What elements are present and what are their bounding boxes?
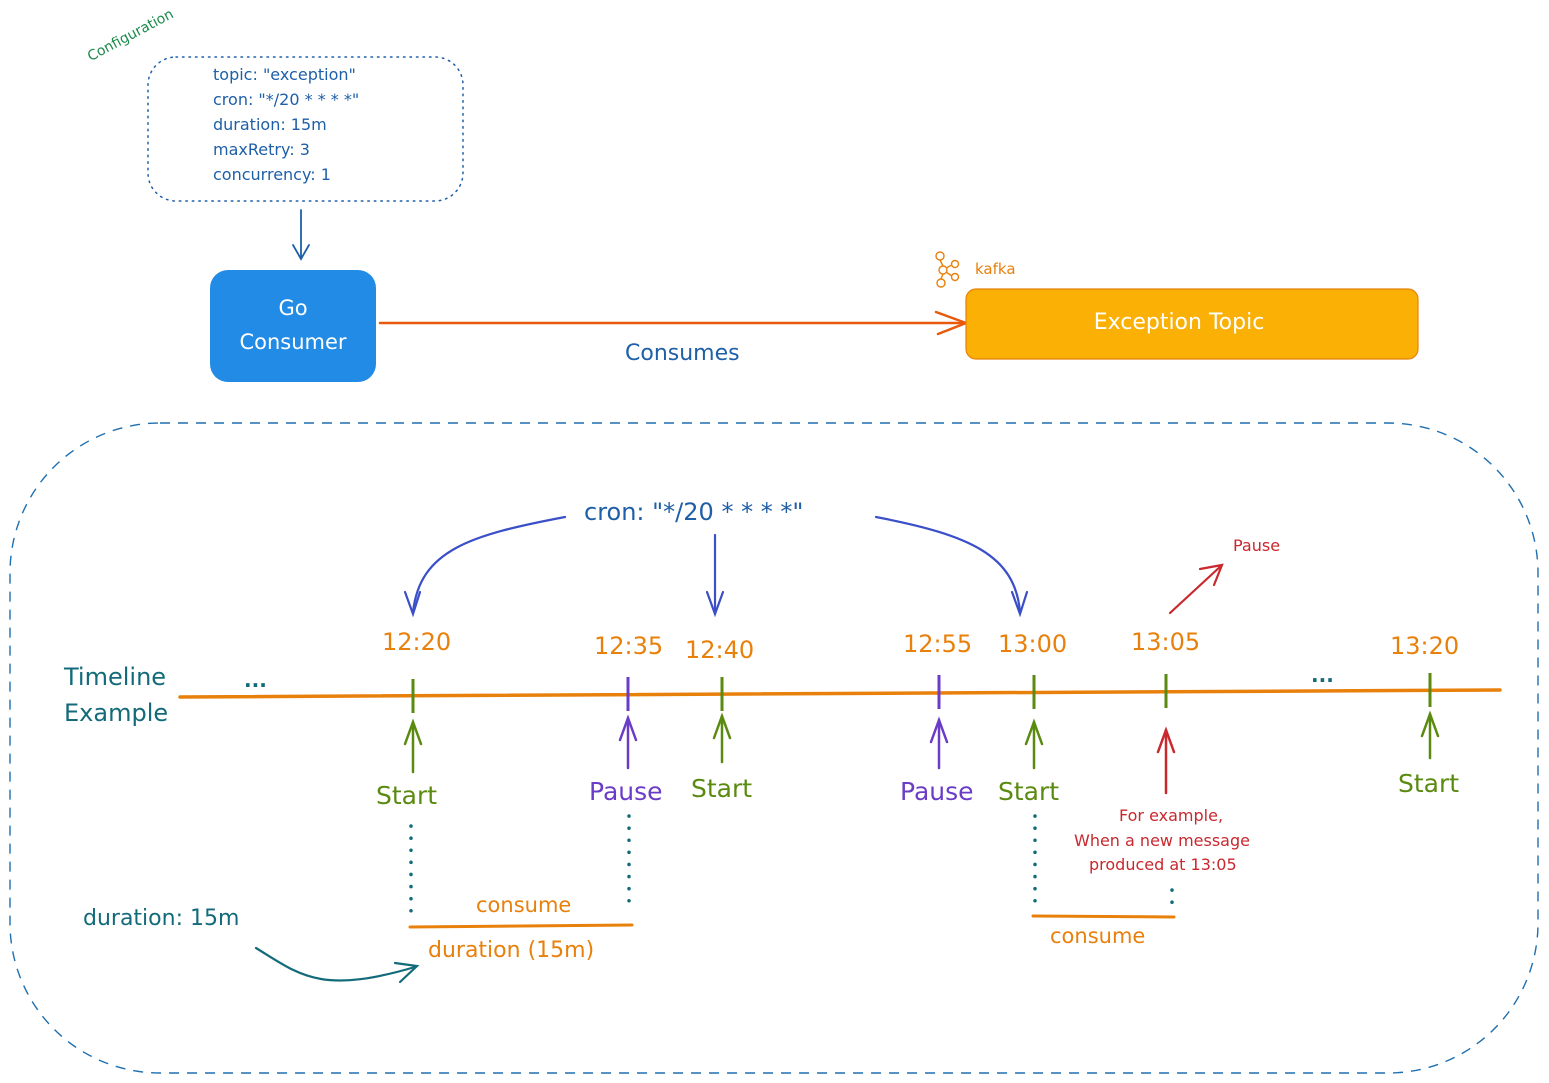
tick-time-1235: 12:35: [594, 632, 664, 660]
kafka-logo-text: kafka: [975, 260, 1016, 278]
event-label-1235: Pause: [589, 777, 663, 806]
up-arrow-1305: [1156, 726, 1176, 795]
up-arrow-1255: [929, 716, 949, 770]
event-label-1240: Start: [691, 774, 753, 803]
kafka-logo-icon: [935, 251, 960, 288]
message-note-2: When a new message: [1074, 831, 1250, 850]
tick-time-1320: 13:20: [1390, 632, 1460, 660]
tick-time-1240: 12:40: [685, 636, 755, 664]
event-label-1300: Start: [998, 777, 1060, 806]
config-line-concurrency: concurrency: 1: [213, 165, 331, 184]
duration-arrow: [254, 946, 420, 984]
consumes-arrow: [378, 310, 970, 336]
cron-arrows: [403, 515, 1029, 618]
event-label-1320: Start: [1398, 769, 1460, 798]
ellipsis-left: ...: [244, 668, 267, 692]
ellipsis-right: ...: [1311, 663, 1334, 687]
consumes-label: Consumes: [625, 341, 740, 366]
go-consumer-box: [210, 270, 376, 382]
up-arrow-1220: [403, 718, 423, 774]
duration-note: duration: 15m: [83, 906, 240, 931]
up-arrow-1235: [618, 714, 638, 770]
go-consumer-label-2: Consumer: [239, 330, 347, 354]
up-arrow-1240: [712, 712, 732, 764]
config-line-maxretry: maxRetry: 3: [213, 140, 310, 159]
up-arrow-1320: [1420, 710, 1440, 760]
go-consumer-label-1: Go: [278, 296, 308, 320]
tick-time-1220: 12:20: [382, 628, 452, 656]
message-note-1: For example,: [1119, 806, 1224, 825]
cron-arrow-1300: [874, 515, 1022, 614]
tick-time-1300: 13:00: [998, 630, 1068, 658]
config-arrow: [292, 209, 310, 261]
config-line-duration: duration: 15m: [213, 115, 327, 134]
timeline-title-1: Timeline: [64, 663, 167, 691]
tick-time-1305: 13:05: [1131, 628, 1201, 656]
message-note-3: produced at 13:05: [1089, 855, 1237, 874]
up-arrow-1300: [1024, 718, 1044, 770]
tick-time-1255: 12:55: [903, 630, 973, 658]
message-pause-label: Pause: [1233, 536, 1281, 555]
consume-label-2: consume: [1050, 924, 1146, 948]
event-label-1255: Pause: [900, 777, 974, 806]
config-line-cron: cron: "*/20 * * * *": [213, 90, 360, 109]
duration-label: duration (15m): [428, 938, 595, 963]
cron-arrow-1220: [411, 515, 567, 614]
consume-label-1: consume: [476, 893, 572, 917]
timeline-title-2: Example: [64, 699, 169, 727]
config-line-topic: topic: "exception": [213, 65, 356, 84]
event-label-1220: Start: [376, 781, 438, 810]
message-pause-arrow: [1168, 563, 1224, 615]
cron-label: cron: "*/20 * * * *": [584, 498, 804, 526]
exception-topic-label: Exception Topic: [1093, 310, 1265, 335]
timeline-axis: [178, 688, 1502, 699]
